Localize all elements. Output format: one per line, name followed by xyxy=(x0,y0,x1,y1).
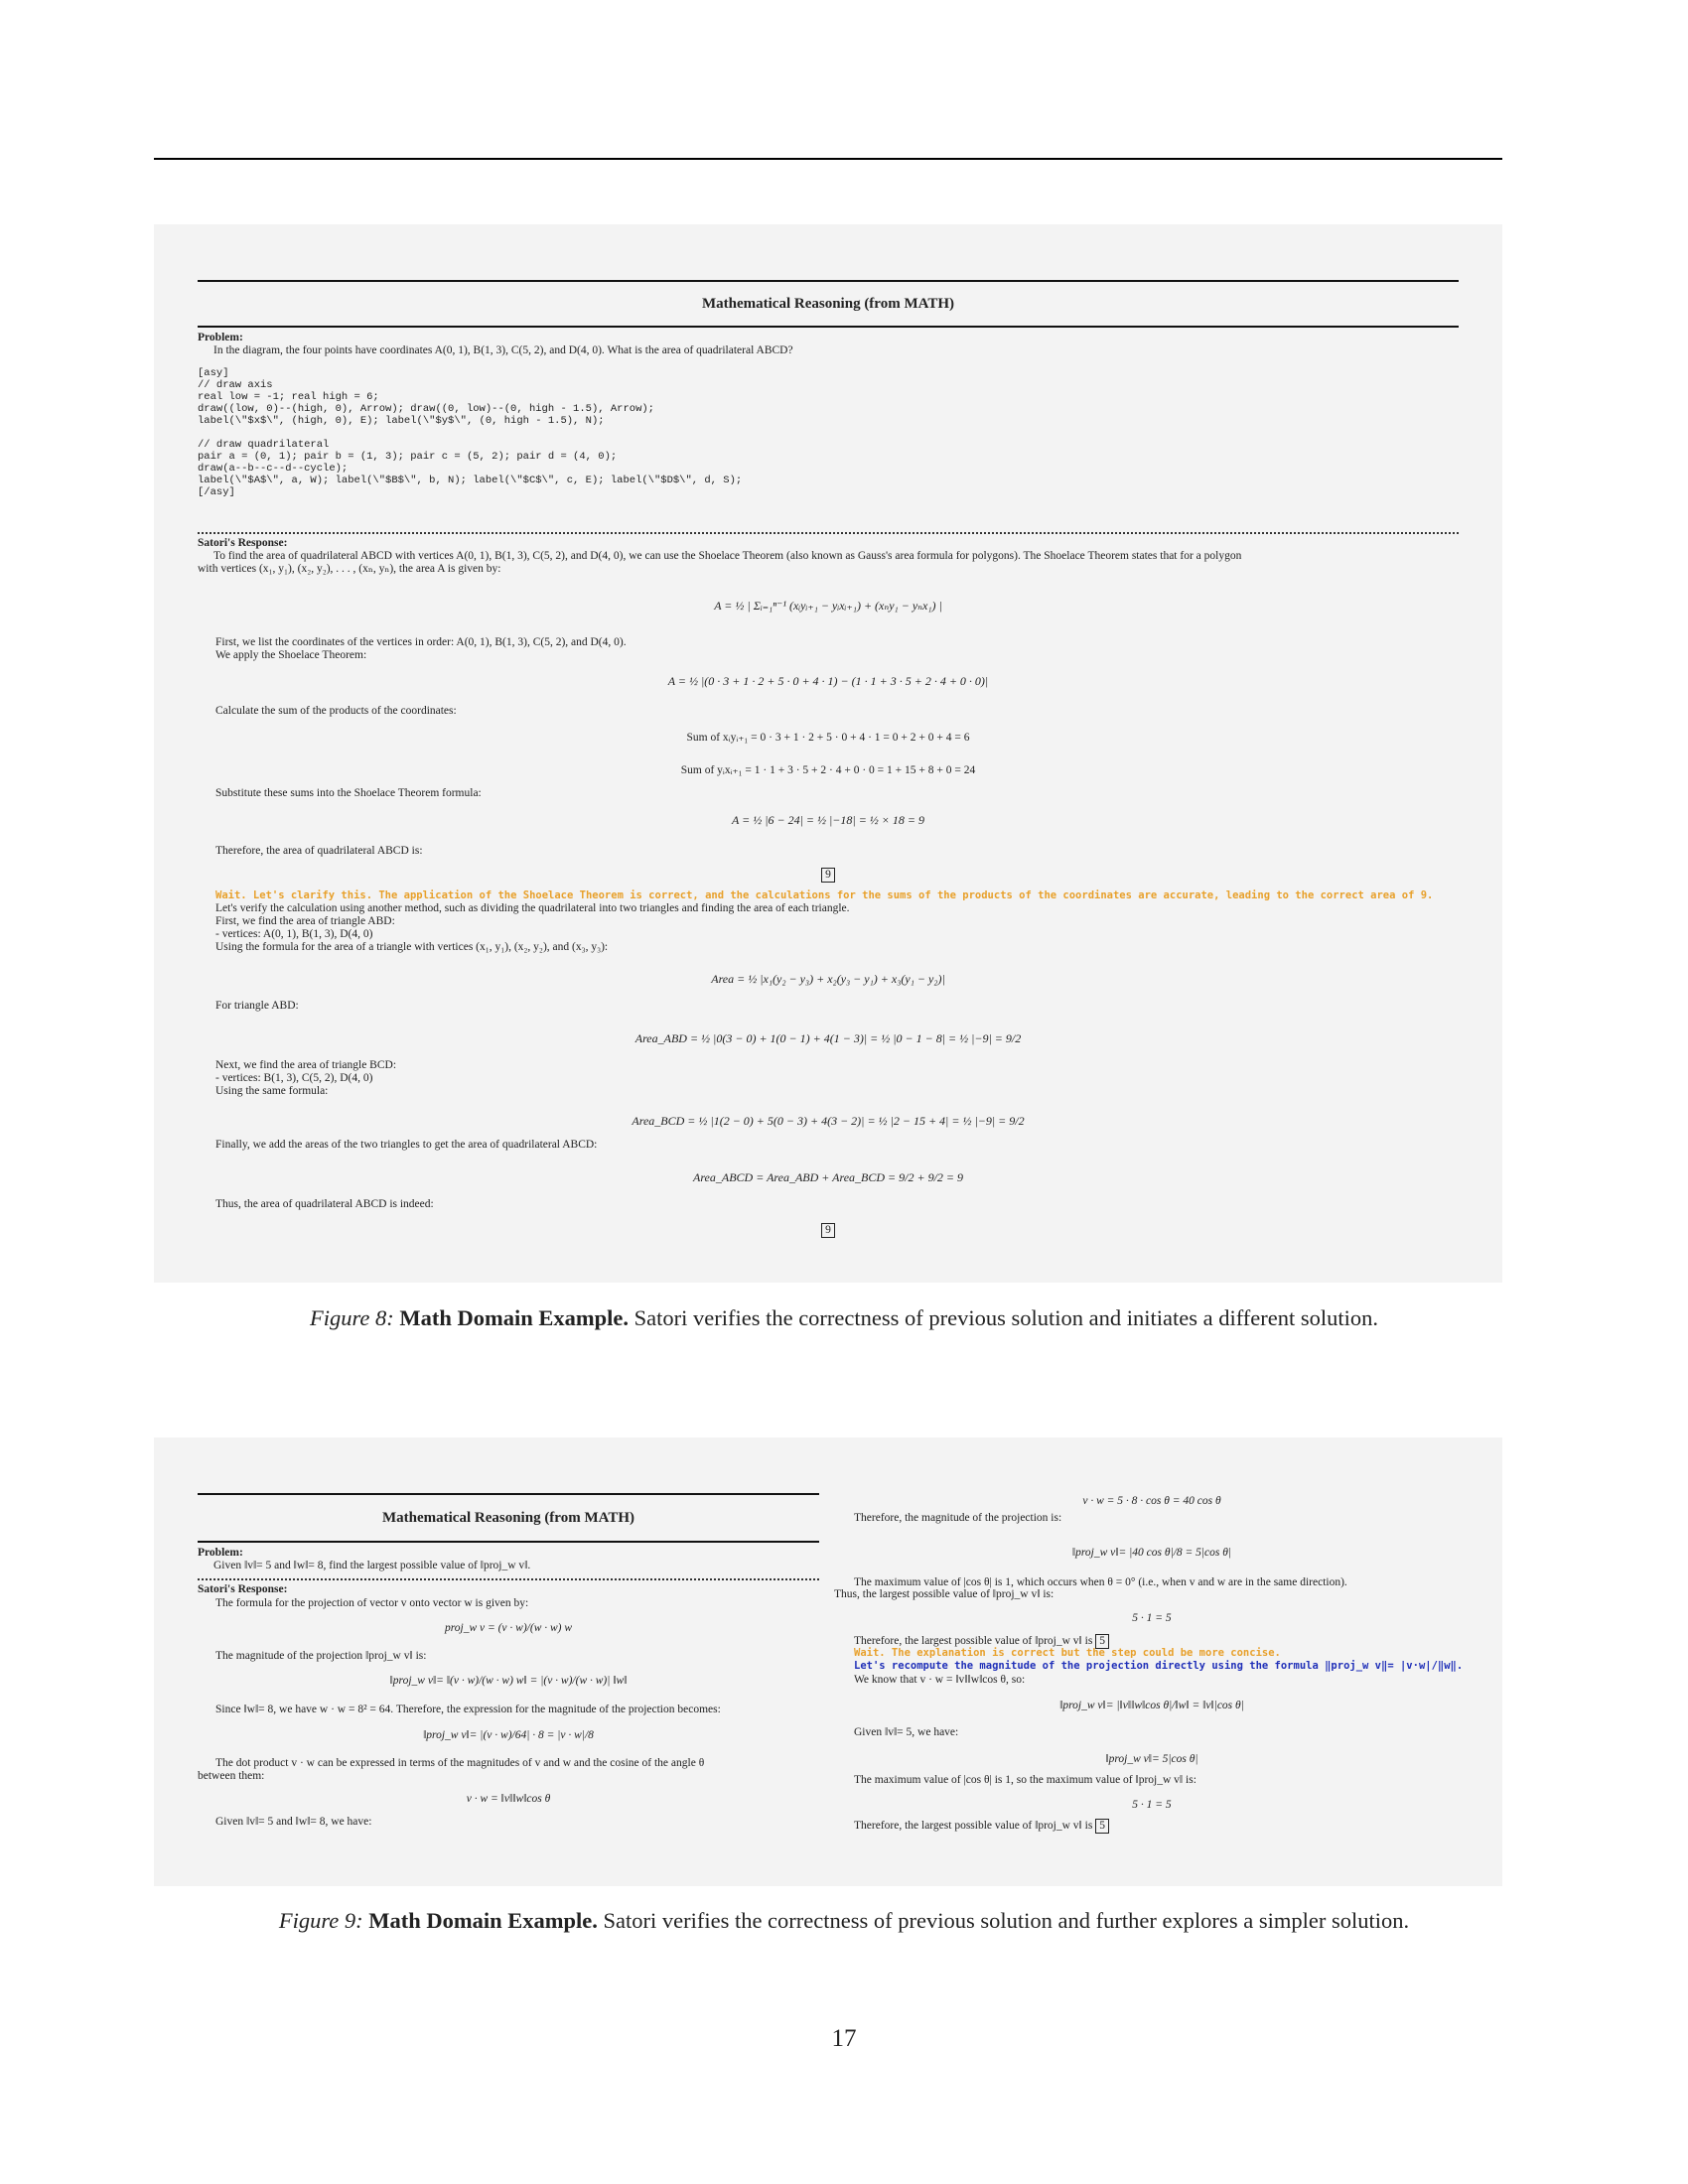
response-text: Therefore, the largest possible value of… xyxy=(854,1819,1109,1835)
figure-9-panel: Mathematical Reasoning (from MATH) Probl… xyxy=(154,1437,1502,1886)
response-text: - vertices: B(1, 3), C(5, 2), D(4, 0) xyxy=(215,1072,373,1084)
response-text: Therefore, the area of quadrilateral ABC… xyxy=(215,845,423,857)
equation-sum2: Sum of yᵢxᵢ₊₁ = 1 · 1 + 3 · 5 + 2 · 4 + … xyxy=(680,764,976,776)
response-text: between them: xyxy=(198,1770,265,1782)
boxed-answer: 5 xyxy=(1095,1819,1109,1835)
response-text: Using the same formula: xyxy=(215,1085,329,1097)
response-text-part: Therefore, the largest possible value of… xyxy=(854,1820,1093,1832)
response-text: with vertices (x₁, y₁), (x₂, y₂), . . . … xyxy=(198,563,501,575)
answer-box: 9 xyxy=(154,868,1502,884)
code-line: label(\"$A$\", a, W); label(\"$B$\", b, … xyxy=(198,475,743,486)
equation-total: Area_ABCD = Area_ABD + Area_BCD = 9/2 + … xyxy=(692,1170,964,1184)
response-text: Given ‖v‖= 5, we have: xyxy=(854,1726,959,1738)
response-text: The formula for the projection of vector… xyxy=(215,1597,529,1609)
caption-bold: Math Domain Example. xyxy=(368,1908,598,1933)
figure-9-caption: Figure 9: Math Domain Example. Satori ve… xyxy=(0,1908,1688,1934)
equation: proj_w v = (v · w)/(w · w) w xyxy=(444,1622,573,1634)
code-line: // draw quadrilateral xyxy=(198,439,330,451)
response-text: To find the area of quadrilateral ABCD w… xyxy=(213,550,1242,562)
figure-8-box-title: Mathematical Reasoning (from MATH) xyxy=(198,280,1459,328)
response-text: Let's verify the calculation using anoth… xyxy=(215,902,850,914)
caption-label: Figure 8: xyxy=(309,1305,394,1330)
code-line: draw((low, 0)--(high, 0), Arrow); draw((… xyxy=(198,403,654,415)
wait-reflection: Wait. The explanation is correct but the… xyxy=(854,1647,1281,1659)
problem-text: Given ‖v‖= 5 and ‖w‖= 8, find the larges… xyxy=(213,1560,531,1571)
response-text: Next, we find the area of triangle BCD: xyxy=(215,1059,397,1071)
equation-bcd: Area_BCD = ½ |1(2 − 0) + 5(0 − 3) + 4(3 … xyxy=(632,1114,1025,1128)
dotted-separator xyxy=(198,532,1459,534)
response-label: Satori's Response: xyxy=(198,1583,288,1595)
equation: ‖proj_w v‖= |40 cos θ|/8 = 5|cos θ| xyxy=(1071,1547,1232,1559)
code-line: real low = -1; real high = 6; xyxy=(198,391,379,403)
code-line: pair a = (0, 1); pair b = (1, 3); pair c… xyxy=(198,451,618,463)
figure-8-caption: Figure 8: Math Domain Example. Satori ve… xyxy=(0,1305,1688,1331)
response-text: We know that v · w = ‖v‖‖w‖cos θ, so: xyxy=(854,1674,1026,1686)
equation: ‖proj_w v‖= 5|cos θ| xyxy=(1105,1753,1198,1765)
response-text: Using the formula for the area of a tria… xyxy=(215,941,609,953)
response-text: Substitute these sums into the Shoelace … xyxy=(215,787,482,799)
figure-9-box-title: Mathematical Reasoning (from MATH) xyxy=(198,1493,819,1543)
response-text: First, we find the area of triangle ABD: xyxy=(215,915,395,927)
equation: v · w = 5 · 8 · cos θ = 40 cos θ xyxy=(1082,1495,1221,1507)
response-text: We apply the Shoelace Theorem: xyxy=(215,649,367,661)
problem-label: Problem: xyxy=(198,332,243,343)
code-line: [asy] xyxy=(198,367,229,379)
wait-reflection: Wait. Let's clarify this. The applicatio… xyxy=(215,889,1434,901)
response-text: - vertices: A(0, 1), B(1, 3), D(4, 0) xyxy=(215,928,373,940)
response-text: Finally, we add the areas of the two tri… xyxy=(215,1139,598,1151)
equation: ‖proj_w v‖= |‖v‖‖w‖cos θ|/‖w‖ = ‖v‖|cos … xyxy=(1059,1700,1244,1711)
equation-abd: Area_ABD = ½ |0(3 − 0) + 1(0 − 1) + 4(1 … xyxy=(634,1031,1022,1045)
code-line: [/asy] xyxy=(198,486,235,498)
caption-bold: Math Domain Example. xyxy=(399,1305,629,1330)
page-number: 17 xyxy=(831,2025,857,2052)
code-line: // draw axis xyxy=(198,379,273,391)
problem-label: Problem: xyxy=(198,1547,243,1559)
equation: ‖proj_w v‖= |(v · w)/64| · 8 = |v · w|/8 xyxy=(423,1729,594,1741)
response-text: Calculate the sum of the products of the… xyxy=(215,705,457,717)
equation: 5 · 1 = 5 xyxy=(1132,1799,1172,1811)
equation-apply: A = ½ |(0 · 3 + 1 · 2 + 5 · 0 + 4 · 1) −… xyxy=(667,674,989,688)
equation-shoelace: A = ½ | Σᵢ₌₁ⁿ⁻¹ (xᵢyᵢ₊₁ − yᵢxᵢ₊₁) + (xₙy… xyxy=(714,599,942,613)
boxed-answer: 9 xyxy=(821,1223,835,1239)
problem-text: In the diagram, the four points have coo… xyxy=(213,344,793,356)
recompute-text: Let's recompute the magnitude of the pro… xyxy=(854,1660,1464,1672)
response-text: The magnitude of the projection ‖proj_w … xyxy=(215,1650,427,1662)
response-text: Given ‖v‖= 5 and ‖w‖= 8, we have: xyxy=(215,1816,372,1828)
response-text: For triangle ABD: xyxy=(215,1000,299,1012)
equation: ‖proj_w v‖= ‖(v · w)/(w · w) w‖ = |(v · … xyxy=(389,1675,628,1687)
equation-area: Area = ½ |x₁(y₂ − y₃) + x₂(y₃ − y₁) + x₃… xyxy=(711,972,945,986)
response-text-part: Therefore, the largest possible value of… xyxy=(854,1635,1093,1647)
figure-8-panel: Mathematical Reasoning (from MATH) Probl… xyxy=(154,224,1502,1283)
top-rule xyxy=(154,158,1502,160)
equation: 5 · 1 = 5 xyxy=(1132,1612,1172,1624)
caption-text: Satori verifies the correctness of previ… xyxy=(603,1908,1410,1933)
response-text: Thus, the largest possible value of ‖pro… xyxy=(834,1588,1055,1600)
response-text: Since ‖w‖= 8, we have w · w = 8² = 64. T… xyxy=(215,1704,721,1715)
response-label: Satori's Response: xyxy=(198,537,288,549)
code-line: label(\"$x$\", (high, 0), E); label(\"$y… xyxy=(198,415,605,427)
equation-subst: A = ½ |6 − 24| = ½ |−18| = ½ × 18 = 9 xyxy=(732,813,924,827)
equation: v · w = ‖v‖‖w‖cos θ xyxy=(466,1793,551,1805)
response-text: The dot product v · w can be expressed i… xyxy=(215,1757,705,1769)
caption-text: Satori verifies the correctness of previ… xyxy=(633,1305,1379,1330)
dotted-separator xyxy=(198,1578,819,1580)
caption-label: Figure 9: xyxy=(278,1908,363,1933)
answer-box: 9 xyxy=(154,1223,1502,1239)
equation-sum1: Sum of xᵢyᵢ₊₁ = 0 · 3 + 1 · 2 + 5 · 0 + … xyxy=(686,732,970,744)
response-text: Thus, the area of quadrilateral ABCD is … xyxy=(215,1198,434,1210)
response-text: The maximum value of |cos θ| is 1, so th… xyxy=(854,1774,1196,1786)
response-text: First, we list the coordinates of the ve… xyxy=(215,636,627,648)
response-text: Therefore, the magnitude of the projecti… xyxy=(854,1512,1062,1524)
code-line: draw(a--b--c--d--cycle); xyxy=(198,463,349,475)
boxed-answer: 9 xyxy=(821,868,835,884)
